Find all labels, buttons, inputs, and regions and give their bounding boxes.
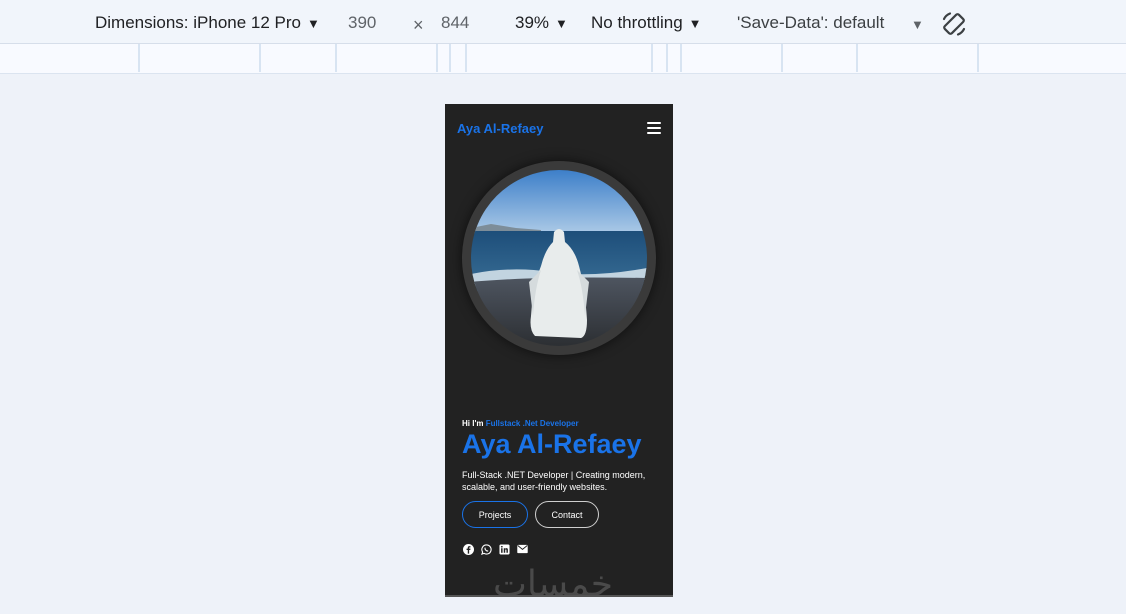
media-query-marker[interactable] bbox=[781, 44, 783, 72]
intro-prefix: Hi I'm bbox=[462, 419, 486, 428]
dimensions-label: Dimensions: iPhone 12 Pro bbox=[95, 13, 302, 32]
throttling-label: No throttling bbox=[591, 13, 683, 32]
caret-down-icon: ▼ bbox=[555, 15, 568, 31]
facebook-icon[interactable] bbox=[462, 543, 474, 555]
phone-viewport: Aya Al-Refaey Hi I'm Fullstack .Net Deve… bbox=[445, 104, 673, 597]
height-input[interactable]: 844 bbox=[441, 13, 469, 33]
caret-down-icon[interactable]: ▼ bbox=[911, 17, 924, 32]
width-input[interactable]: 390 bbox=[348, 13, 376, 33]
caret-down-icon: ▼ bbox=[307, 15, 320, 31]
email-icon[interactable] bbox=[516, 543, 528, 555]
dimensions-dropdown[interactable]: Dimensions: iPhone 12 Pro ▼ bbox=[95, 13, 320, 33]
save-data-dropdown[interactable]: 'Save-Data': default bbox=[737, 13, 884, 33]
whatsapp-icon[interactable] bbox=[480, 543, 492, 555]
profile-photo bbox=[471, 170, 647, 346]
site-brand[interactable]: Aya Al-Refaey bbox=[457, 121, 543, 136]
intro-role: Fullstack .Net Developer bbox=[485, 419, 579, 428]
hero-description: Full-Stack .NET Developer | Creating mod… bbox=[462, 470, 646, 492]
profile-photo-frame bbox=[462, 161, 656, 355]
media-query-marker[interactable] bbox=[680, 44, 682, 72]
zoom-dropdown[interactable]: 39% ▼ bbox=[515, 13, 568, 33]
media-query-marker[interactable] bbox=[666, 44, 668, 72]
linkedin-icon[interactable] bbox=[498, 543, 510, 555]
throttling-dropdown[interactable]: No throttling ▼ bbox=[591, 13, 702, 33]
hamburger-menu-icon[interactable] bbox=[647, 122, 661, 134]
projects-button[interactable]: Projects bbox=[462, 501, 528, 528]
media-query-bar bbox=[0, 44, 1126, 74]
intro-line: Hi I'm Fullstack .Net Developer bbox=[462, 419, 579, 428]
media-query-marker[interactable] bbox=[335, 44, 337, 72]
contact-button[interactable]: Contact bbox=[535, 501, 599, 528]
media-query-marker[interactable] bbox=[138, 44, 140, 72]
times-icon: × bbox=[413, 15, 424, 35]
zoom-label: 39% bbox=[515, 13, 550, 32]
media-query-marker[interactable] bbox=[436, 44, 438, 72]
media-query-marker[interactable] bbox=[856, 44, 858, 72]
watermark: خمسات bbox=[493, 564, 614, 597]
media-query-marker[interactable] bbox=[651, 44, 653, 72]
device-toolbar: Dimensions: iPhone 12 Pro ▼ 390 × 844 39… bbox=[0, 0, 1126, 44]
social-links bbox=[462, 543, 528, 555]
media-query-marker[interactable] bbox=[465, 44, 467, 72]
rotate-icon[interactable] bbox=[940, 10, 968, 38]
media-query-marker[interactable] bbox=[449, 44, 451, 72]
caret-down-icon: ▼ bbox=[688, 15, 702, 31]
media-query-marker[interactable] bbox=[259, 44, 261, 72]
hero-name: Aya Al-Refaey bbox=[462, 429, 642, 459]
media-query-marker[interactable] bbox=[977, 44, 979, 72]
save-data-label: 'Save-Data': default bbox=[737, 13, 885, 32]
